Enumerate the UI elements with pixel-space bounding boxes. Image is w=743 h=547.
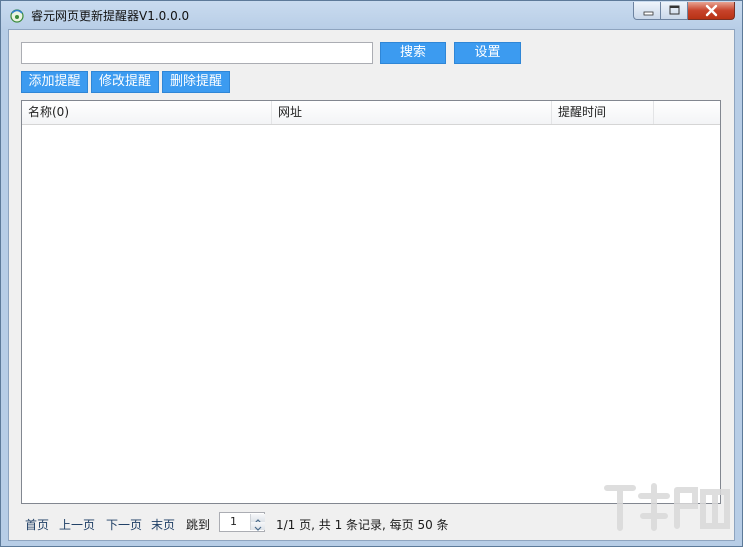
search-button[interactable]: 搜索	[380, 42, 446, 64]
page-number-stepper[interactable]: 1	[219, 512, 265, 532]
app-window: 睿元网页更新提醒器V1.0.0.0 搜索 设置 添加提醒 修改提醒 删除提醒 名…	[0, 0, 743, 547]
column-header-remind-time[interactable]: 提醒时间	[552, 101, 654, 124]
settings-button[interactable]: 设置	[454, 42, 521, 64]
app-icon	[9, 7, 25, 23]
previous-page-link[interactable]: 上一页	[59, 516, 95, 533]
spin-down-button[interactable]	[251, 522, 265, 531]
search-input[interactable]	[21, 42, 373, 64]
column-header-url[interactable]: 网址	[272, 101, 552, 124]
delete-reminder-button[interactable]: 删除提醒	[162, 71, 230, 93]
jump-to-label: 跳到	[186, 518, 211, 532]
chevron-down-icon	[254, 526, 262, 531]
page-number-value[interactable]: 1	[230, 515, 237, 528]
maximize-button[interactable]	[661, 2, 688, 20]
page-spinner	[250, 514, 265, 531]
column-header-filler	[654, 101, 720, 124]
list-header: 名称(0) 网址 提醒时间	[22, 101, 720, 125]
first-page-link[interactable]: 首页	[25, 516, 49, 533]
edit-reminder-button[interactable]: 修改提醒	[91, 71, 159, 93]
close-button[interactable]	[688, 2, 735, 20]
add-reminder-button[interactable]: 添加提醒	[21, 71, 88, 93]
page-summary: 1/1 页, 共 1 条记录, 每页 50 条	[276, 518, 449, 532]
close-icon	[705, 4, 718, 17]
next-page-link[interactable]: 下一页	[106, 516, 142, 533]
maximize-icon	[669, 5, 680, 15]
watermark-logo	[604, 483, 730, 531]
title-bar[interactable]: 睿元网页更新提醒器V1.0.0.0	[1, 1, 742, 29]
main-panel: 搜索 设置 添加提醒 修改提醒 删除提醒 名称(0) 网址 提醒时间 首页 上一…	[8, 29, 735, 541]
last-page-link[interactable]: 末页	[151, 516, 175, 533]
column-header-name[interactable]: 名称(0)	[22, 101, 272, 124]
window-title: 睿元网页更新提醒器V1.0.0.0	[31, 9, 190, 23]
reminder-list[interactable]: 名称(0) 网址 提醒时间	[21, 100, 721, 504]
minimize-button[interactable]	[633, 2, 661, 20]
minimize-icon	[643, 11, 654, 16]
